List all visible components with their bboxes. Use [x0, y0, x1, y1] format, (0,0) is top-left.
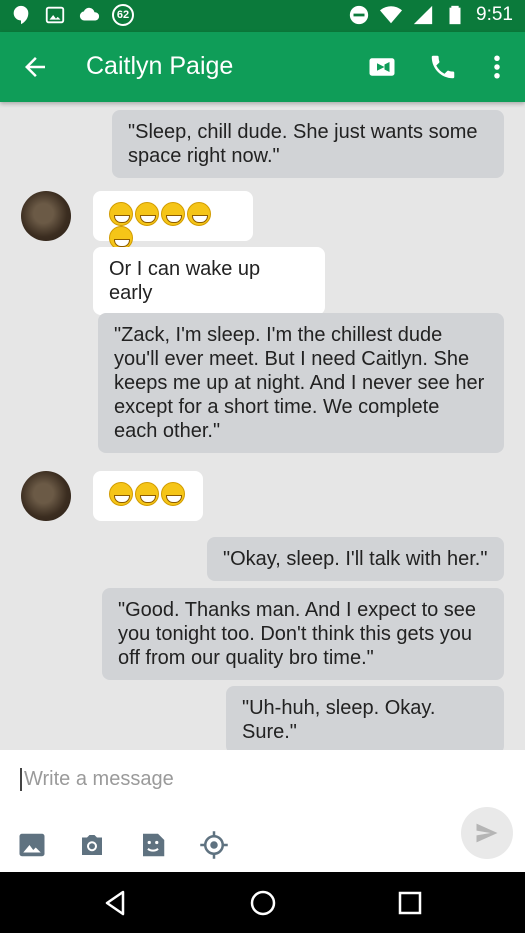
recent-apps-nav-icon[interactable] [395, 888, 425, 918]
contact-avatar[interactable] [21, 191, 71, 241]
message-input[interactable]: Write a message [20, 768, 174, 791]
grinning-face-emoji [161, 201, 185, 226]
more-options-icon[interactable] [482, 52, 512, 82]
phone-call-icon[interactable] [428, 52, 458, 82]
cloud-icon [78, 4, 100, 26]
message-composer: Write a message [0, 750, 525, 872]
status-bar: 62 9:51 [0, 0, 525, 32]
outgoing-message[interactable]: "Okay, sleep. I'll talk with her." [207, 537, 504, 581]
outgoing-message[interactable]: "Good. Thanks man. And I expect to see y… [102, 588, 504, 680]
contact-avatar[interactable] [21, 471, 71, 521]
home-nav-icon[interactable] [248, 888, 278, 918]
battery-icon [444, 4, 466, 26]
signal-icon [412, 4, 434, 26]
notification-count-badge: 62 [112, 4, 134, 26]
wifi-icon [380, 4, 403, 26]
grinning-face-emoji [135, 201, 159, 226]
location-icon[interactable] [199, 830, 229, 860]
sticker-icon[interactable] [138, 830, 168, 860]
do-not-disturb-icon [348, 4, 370, 26]
system-navigation-bar [0, 872, 525, 933]
incoming-emoji-message[interactable] [93, 471, 203, 521]
send-icon [476, 823, 498, 843]
grinning-face-emoji [187, 201, 211, 226]
hangouts-notification-icon [10, 4, 32, 26]
message-thread[interactable]: "Sleep, chill dude. She just wants some … [0, 102, 525, 750]
app-bar: Caitlyn Paige [0, 32, 525, 102]
grinning-face-emoji [109, 201, 133, 226]
video-call-icon[interactable] [367, 52, 397, 82]
camera-icon[interactable] [77, 830, 107, 860]
outgoing-message[interactable]: "Sleep, chill dude. She just wants some … [112, 110, 504, 178]
outgoing-message[interactable]: "Zack, I'm sleep. I'm the chillest dude … [98, 313, 504, 453]
contact-name[interactable]: Caitlyn Paige [86, 52, 233, 81]
image-notification-icon [44, 4, 66, 26]
send-button[interactable] [461, 807, 513, 859]
grinning-face-emoji [135, 481, 159, 506]
grinning-face-emoji [161, 481, 185, 506]
back-arrow-icon[interactable] [20, 52, 50, 82]
outgoing-message[interactable]: "Uh-huh, sleep. Okay. Sure." [226, 686, 504, 750]
incoming-emoji-message[interactable] [93, 191, 253, 251]
grinning-face-emoji [109, 481, 133, 506]
gallery-icon[interactable] [17, 830, 47, 860]
back-nav-icon[interactable] [101, 888, 131, 918]
clock: 9:51 [476, 4, 513, 25]
incoming-message[interactable]: Or I can wake up early [93, 247, 325, 315]
